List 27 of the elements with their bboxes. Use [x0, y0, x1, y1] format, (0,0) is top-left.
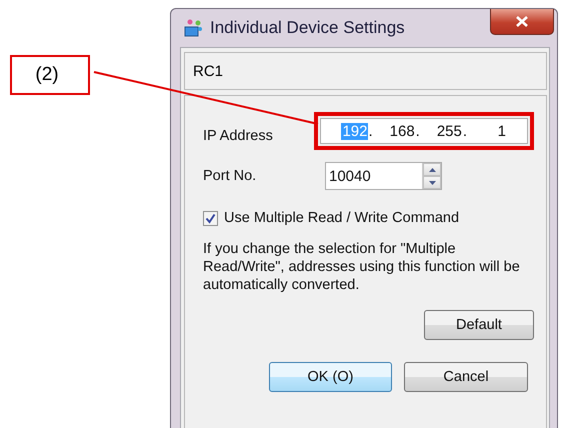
checkbox[interactable]	[203, 210, 218, 226]
port-label: Port No.	[203, 168, 258, 184]
octet-separator: .	[416, 122, 420, 140]
port-spinbox[interactable]: 10040	[325, 162, 442, 190]
callout-label: (2)	[10, 55, 90, 95]
octet-separator: .	[368, 122, 373, 140]
down-arrow-icon	[428, 180, 436, 184]
check-icon	[205, 212, 216, 224]
ip-octet[interactable]: 168	[388, 122, 416, 140]
spin-up-button[interactable]	[423, 163, 441, 176]
octet-separator: .	[462, 122, 468, 140]
checkbox-label[interactable]: Use Multiple Read / Write Command	[224, 210, 460, 226]
up-arrow-icon	[428, 168, 436, 172]
note-text: If you change the selection for "Multiple Read/Write", addresses using this function will be automatically converted.	[203, 240, 521, 294]
cancel-button[interactable]: Cancel	[404, 362, 528, 392]
close-button[interactable]	[490, 9, 554, 35]
ip-octet[interactable]: 255	[436, 122, 463, 140]
ip-address-label: IP Address	[203, 128, 274, 144]
ip-address-field[interactable]: 192. 168. 255. 1	[320, 118, 528, 144]
device-name: RC1	[193, 62, 224, 80]
spin-down-button[interactable]	[423, 176, 441, 189]
default-button[interactable]: Default	[424, 310, 534, 340]
app-icon	[184, 18, 204, 38]
ok-button[interactable]: OK (O)	[269, 362, 392, 392]
window-title: Individual Device Settings	[210, 18, 406, 38]
close-icon	[516, 16, 528, 27]
ip-octet[interactable]: 1	[496, 122, 507, 140]
